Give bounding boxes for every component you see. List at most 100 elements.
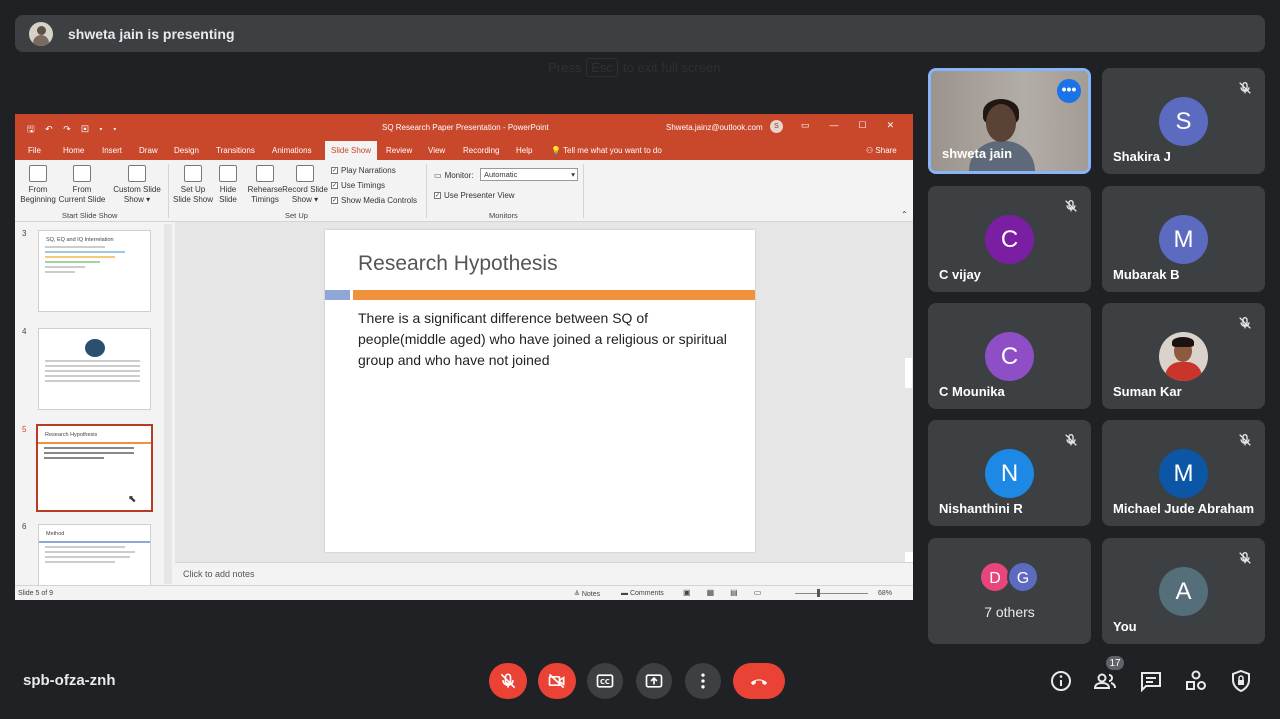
participant-name: Nishanthini R bbox=[939, 501, 1023, 516]
slide-body-text[interactable]: There is a significant difference betwee… bbox=[358, 308, 738, 371]
hide-slide-button[interactable]: Hide Slide bbox=[215, 165, 241, 205]
slide-thumbnail-6[interactable]: Method bbox=[38, 524, 151, 585]
maximize-icon[interactable]: ☐ bbox=[859, 120, 867, 131]
normal-view-icon[interactable]: ▣ bbox=[683, 588, 691, 597]
notes-placeholder: Click to add notes bbox=[183, 569, 255, 579]
tab-draw[interactable]: Draw bbox=[139, 146, 158, 155]
slide-thumbnail-5[interactable]: Research Hypothesis ⬉ bbox=[36, 424, 153, 512]
thumb-line bbox=[45, 370, 140, 372]
show-media-controls-checkbox[interactable]: ✓ Show Media Controls bbox=[331, 196, 417, 205]
custom-show-button[interactable]: Custom Slide Show ▾ bbox=[112, 165, 162, 205]
tab-transitions[interactable]: Transitions bbox=[216, 146, 255, 155]
tab-review[interactable]: Review bbox=[386, 146, 412, 155]
share-button[interactable]: ⚇ Share bbox=[866, 146, 897, 155]
mic-toggle-button[interactable] bbox=[489, 663, 527, 699]
tab-view[interactable]: View bbox=[428, 146, 445, 155]
more-options-icon[interactable]: ••• bbox=[1057, 79, 1081, 103]
mic-off-icon bbox=[1239, 433, 1251, 446]
mic-off-icon bbox=[1239, 316, 1251, 329]
slideshow-view-icon[interactable]: ▭ bbox=[754, 588, 762, 597]
collapse-ribbon-icon[interactable]: ⌃ bbox=[901, 210, 908, 219]
thumb-line bbox=[45, 261, 100, 263]
thumb-line bbox=[45, 271, 75, 273]
captions-icon: CC bbox=[596, 674, 614, 688]
scroll-thumb[interactable] bbox=[905, 358, 912, 388]
thumb-line bbox=[45, 251, 125, 253]
participant-tile-nishanthini-r[interactable]: N Nishanthini R bbox=[928, 420, 1091, 526]
monitor-value: Automatic bbox=[484, 170, 518, 179]
people-icon[interactable] bbox=[1093, 669, 1117, 693]
account-email[interactable]: Shweta.jainz@outlook.com bbox=[666, 123, 763, 132]
participant-tile-suman-kar[interactable]: Suman Kar bbox=[1102, 303, 1265, 409]
thumbnail-scrollbar[interactable] bbox=[164, 224, 172, 584]
tab-animations[interactable]: Animations bbox=[272, 146, 312, 155]
from-current-button[interactable]: From Current Slide bbox=[58, 165, 106, 205]
slide-title[interactable]: Research Hypothesis bbox=[358, 252, 558, 276]
camera-toggle-button[interactable] bbox=[538, 663, 576, 699]
reading-view-icon[interactable]: ▤ bbox=[730, 588, 738, 597]
play-narrations-checkbox[interactable]: ✓ Play Narrations bbox=[331, 166, 396, 175]
participant-tile-c-vijay[interactable]: C C vijay bbox=[928, 186, 1091, 292]
slide-accent-blue bbox=[325, 290, 350, 300]
tab-design[interactable]: Design bbox=[174, 146, 199, 155]
more-options-button[interactable] bbox=[685, 663, 721, 699]
participant-name: Mubarak B bbox=[1113, 267, 1180, 282]
divider bbox=[583, 164, 584, 218]
participant-tile-michael-jude-abraham[interactable]: M Michael Jude Abraham bbox=[1102, 420, 1265, 526]
notes-pane[interactable]: Click to add notes bbox=[175, 562, 913, 585]
slide-thumbnail-4[interactable] bbox=[38, 328, 151, 410]
monitor-icon: ▭ bbox=[434, 171, 442, 180]
zoom-slider-handle[interactable] bbox=[817, 589, 820, 597]
slide-sorter-icon[interactable]: ▦ bbox=[707, 588, 715, 597]
chat-icon[interactable] bbox=[1139, 669, 1163, 693]
participant-tile-c-mounika[interactable]: C C Mounika bbox=[928, 303, 1091, 409]
participant-tile-you[interactable]: A You bbox=[1102, 538, 1265, 644]
ribbon-display-icon[interactable]: ▭ bbox=[801, 120, 810, 131]
comments-button[interactable]: ▬ Comments bbox=[621, 590, 664, 597]
tab-slide-show[interactable]: Slide Show bbox=[325, 141, 378, 160]
close-icon[interactable]: ✕ bbox=[887, 120, 895, 131]
account-avatar[interactable]: S bbox=[770, 120, 783, 133]
zoom-slider[interactable] bbox=[795, 593, 868, 594]
participant-tile-shakira-j[interactable]: S Shakira J bbox=[1102, 68, 1265, 174]
tab-file[interactable]: File bbox=[28, 146, 41, 155]
tab-recording[interactable]: Recording bbox=[463, 146, 499, 155]
checkbox-checked-icon: ✓ bbox=[331, 197, 338, 204]
slide-thumbnail-3[interactable]: SQ, EQ and IQ Interrelation bbox=[38, 230, 151, 312]
participant-tile-others[interactable]: D G 7 others bbox=[928, 538, 1091, 644]
setup-show-button[interactable]: Set Up Slide Show bbox=[172, 165, 214, 205]
participant-tile-shweta-jain[interactable]: ••• shweta jain bbox=[928, 68, 1091, 174]
minimize-icon[interactable]: — bbox=[830, 120, 839, 131]
ppt-title-bar: 🖫 ↶ ↷ ▣ ▾ ▾ SQ Research Paper Presentati… bbox=[15, 114, 913, 141]
slide-scrollbar[interactable] bbox=[904, 222, 913, 552]
quick-access-toolbar[interactable]: 🖫 ↶ ↷ ▣ ▾ ▾ bbox=[27, 122, 120, 138]
present-button[interactable] bbox=[636, 663, 672, 699]
tab-help[interactable]: Help bbox=[516, 146, 532, 155]
participant-tile-mubarak-b[interactable]: M Mubarak B bbox=[1102, 186, 1265, 292]
tab-home[interactable]: Home bbox=[63, 146, 84, 155]
info-icon[interactable] bbox=[1049, 669, 1073, 693]
zoom-level[interactable]: 68% bbox=[878, 590, 892, 597]
tell-me-search[interactable]: 💡 Tell me what you want to do bbox=[551, 146, 662, 155]
label: Timings bbox=[251, 195, 279, 204]
notes-button[interactable]: ≜ Notes bbox=[574, 590, 600, 598]
monitor-select[interactable]: Automatic ▾ bbox=[480, 168, 578, 181]
captions-button[interactable]: CC bbox=[587, 663, 623, 699]
use-timings-checkbox[interactable]: ✓ Use Timings bbox=[331, 181, 385, 190]
record-slide-show-button[interactable]: Record Slide Show ▾ bbox=[282, 165, 328, 205]
label: Show Media Controls bbox=[341, 196, 418, 205]
host-controls-icon[interactable] bbox=[1229, 669, 1253, 693]
from-beginning-button[interactable]: From Beginning bbox=[20, 165, 56, 205]
end-call-button[interactable] bbox=[733, 663, 785, 699]
head-illustration bbox=[84, 339, 105, 357]
current-slide[interactable]: Research Hypothesis There is a significa… bbox=[325, 230, 755, 552]
thumb-accent-bar bbox=[38, 442, 151, 444]
tab-insert[interactable]: Insert bbox=[102, 146, 122, 155]
use-presenter-view-checkbox[interactable]: ✓ Use Presenter View bbox=[434, 191, 515, 200]
rehearse-timings-button[interactable]: Rehearse Timings bbox=[246, 165, 284, 205]
mic-off-icon bbox=[1065, 199, 1077, 212]
activities-icon[interactable] bbox=[1184, 669, 1208, 693]
avatar: C bbox=[985, 215, 1034, 264]
mic-off-icon bbox=[1065, 433, 1077, 446]
slide-accent-orange bbox=[353, 290, 755, 300]
